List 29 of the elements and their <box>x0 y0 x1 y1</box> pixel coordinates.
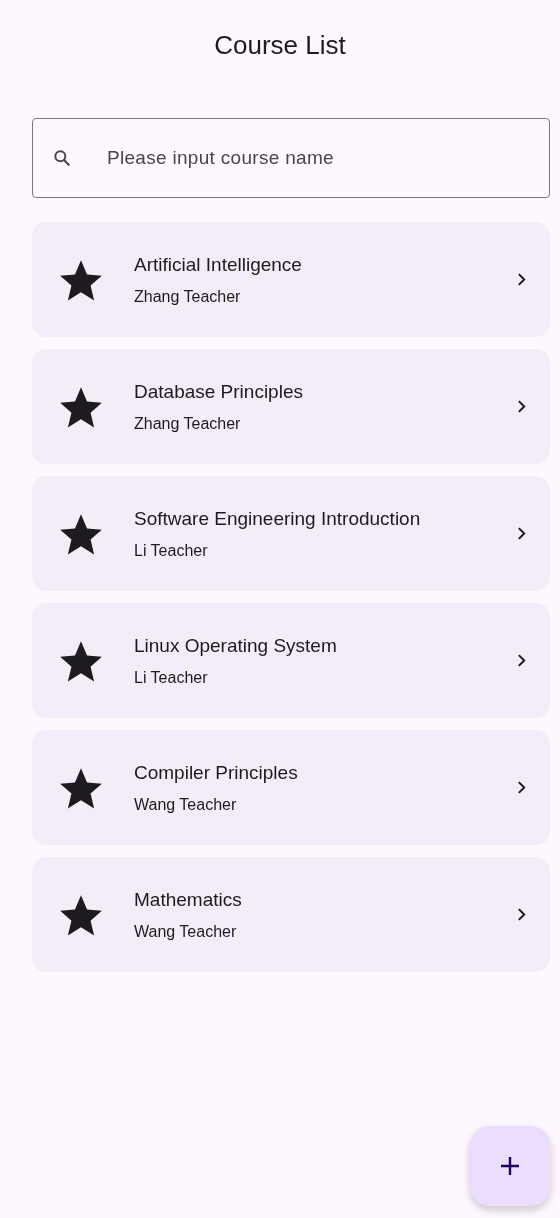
chevron-right-icon <box>517 399 526 414</box>
page-title: Course List <box>213 29 347 62</box>
chevron-right-icon <box>517 526 526 541</box>
search-icon <box>52 148 72 168</box>
course-card[interactable]: Artificial Intelligence Zhang Teacher <box>32 222 550 337</box>
course-name: Artificial Intelligence <box>134 253 303 276</box>
teacher-name: Wang Teacher <box>134 795 238 814</box>
add-button[interactable] <box>470 1126 550 1206</box>
chevron-right-icon <box>517 780 526 795</box>
course-card[interactable]: Software Engineering Introduction Li Teacher <box>32 476 550 591</box>
teacher-name: Wang Teacher <box>134 922 238 941</box>
plus-icon <box>500 1156 520 1176</box>
search-field[interactable]: Please input course name <box>32 118 550 198</box>
course-card[interactable]: Database Principles Zhang Teacher <box>32 349 550 464</box>
course-name: Linux Operating System <box>134 634 338 657</box>
course-card[interactable]: Linux Operating System Li Teacher <box>32 603 550 718</box>
chevron-right-icon <box>517 272 526 287</box>
chevron-right-icon <box>517 907 526 922</box>
chevron-right-icon <box>517 653 526 668</box>
teacher-name: Li Teacher <box>134 541 209 560</box>
course-name: Database Principles <box>134 380 304 403</box>
course-card[interactable]: Compiler Principles Wang Teacher <box>32 730 550 845</box>
course-name: Mathematics <box>134 888 243 911</box>
course-name: Compiler Principles <box>134 761 299 784</box>
course-name: Software Engineering Introduction <box>134 507 422 530</box>
teacher-name: Zhang Teacher <box>134 287 242 306</box>
course-card[interactable]: Mathematics Wang Teacher <box>32 857 550 972</box>
teacher-name: Zhang Teacher <box>134 414 242 433</box>
teacher-name: Li Teacher <box>134 668 209 687</box>
